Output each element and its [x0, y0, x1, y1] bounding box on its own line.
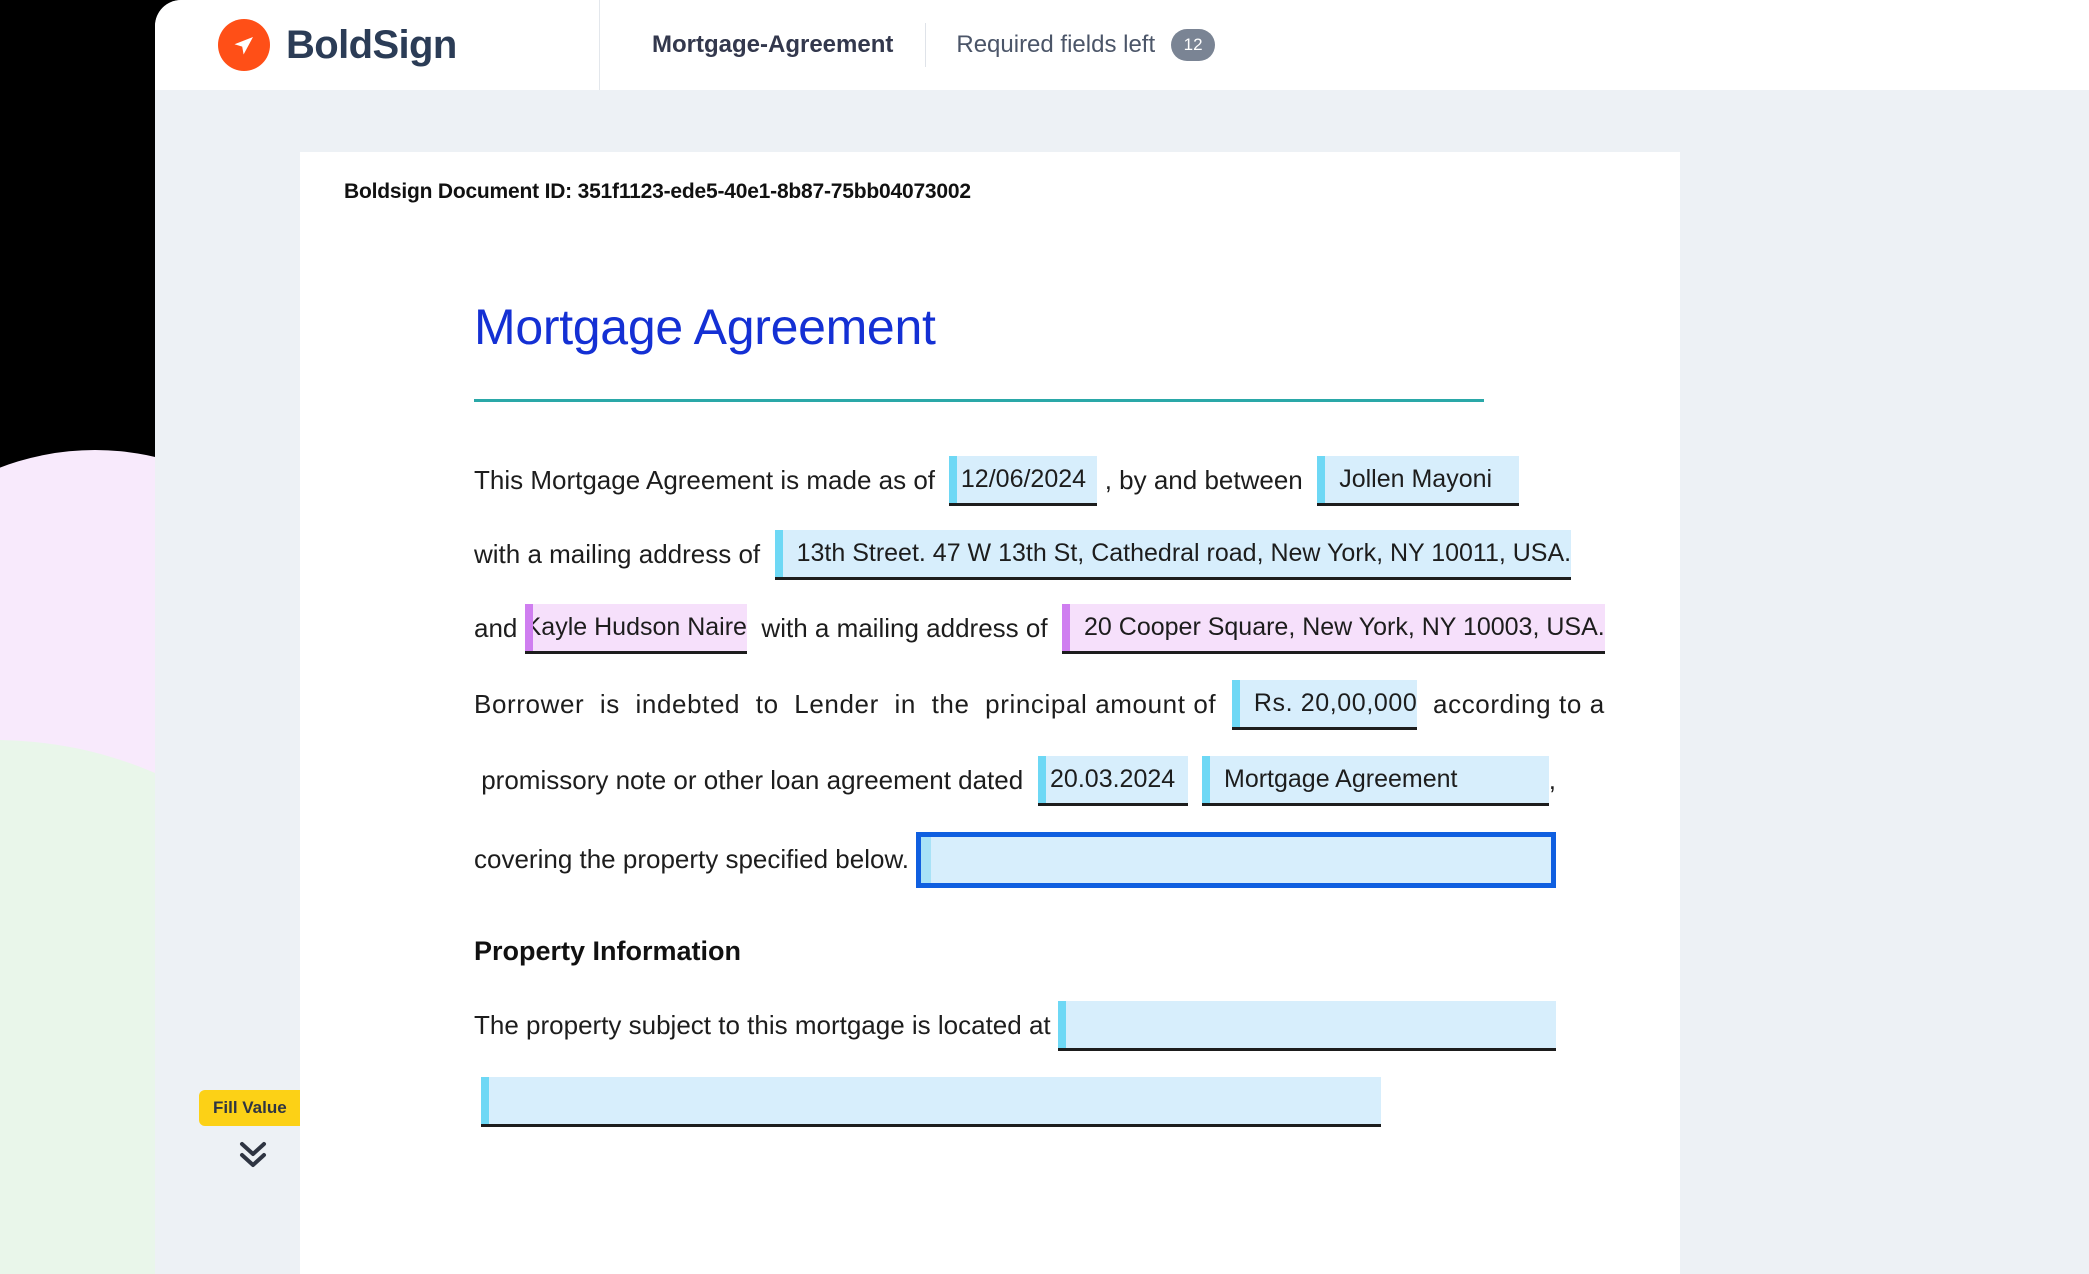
- fill-value-tag[interactable]: Fill Value: [199, 1090, 318, 1126]
- app-header: BoldSign Mortgage-Agreement Required fie…: [155, 0, 2089, 90]
- paragraph-row-3: and Kayle Hudson Naire with a mailing ad…: [474, 604, 1605, 654]
- covering-property-field[interactable]: [916, 832, 1556, 888]
- text-according-to-a: according to a: [1433, 689, 1605, 720]
- paragraph-row-1: This Mortgage Agreement is made as of 12…: [474, 456, 1556, 506]
- navigation-arrow-icon: [218, 19, 270, 71]
- borrower-name-field[interactable]: Kayle Hudson Naire: [524, 604, 747, 654]
- text-comma: ,: [1548, 765, 1556, 796]
- app-window: BoldSign Mortgage-Agreement Required fie…: [155, 0, 2089, 1274]
- text-made-as-of: This Mortgage Agreement is made as of: [474, 465, 936, 496]
- title-divider: [474, 399, 1484, 402]
- principal-amount-field[interactable]: Rs. 20,00,000: [1231, 680, 1418, 730]
- document-body: Mortgage Agreement This Mortgage Agreeme…: [344, 298, 1636, 1127]
- note-date-field[interactable]: 20.03.2024: [1037, 756, 1188, 806]
- text-property-located-at: The property subject to this mortgage is…: [474, 1010, 1051, 1041]
- document-page: Boldsign Document ID: 351f1123-ede5-40e1…: [300, 152, 1680, 1274]
- agreement-type-field[interactable]: Mortgage Agreement: [1202, 756, 1549, 806]
- text-mailing-address-lender: with a mailing address of: [474, 539, 761, 570]
- required-fields-label: Required fields left: [956, 31, 1156, 58]
- double-chevron-down-icon[interactable]: [199, 1138, 307, 1172]
- property-description-field[interactable]: [481, 1077, 1382, 1127]
- lender-name-field[interactable]: Jollen Mayoni: [1317, 456, 1520, 506]
- required-fields-badge: 12: [1171, 29, 1216, 61]
- paragraph-row-8: [474, 1077, 1556, 1127]
- agreement-date-field[interactable]: 12/06/2024: [949, 456, 1098, 506]
- borrower-address-field[interactable]: 20 Cooper Square, New York, NY 10003, US…: [1062, 604, 1605, 654]
- text-by-and-between: , by and between: [1104, 465, 1303, 496]
- brand-name: BoldSign: [286, 22, 457, 67]
- paragraph-row-4: Borrower is indebted to Lender in the pr…: [474, 680, 1604, 730]
- text-mailing-address-borrower: with a mailing address of: [761, 613, 1048, 644]
- document-title: Mortgage-Agreement: [600, 23, 927, 67]
- text-and: and: [474, 613, 518, 644]
- required-fields-status: Required fields left 12: [926, 29, 1216, 61]
- property-location-field[interactable]: [1057, 1001, 1556, 1051]
- section-heading-property-information: Property Information: [474, 936, 742, 966]
- paragraph-row-7: The property subject to this mortgage is…: [474, 1001, 1556, 1051]
- text-principal-amount: Borrower is indebted to Lender in the pr…: [474, 689, 1217, 720]
- brand-logo-area[interactable]: BoldSign: [155, 0, 600, 90]
- page-title: Mortgage Agreement: [474, 299, 936, 355]
- document-id-line: Boldsign Document ID: 351f1123-ede5-40e1…: [344, 180, 971, 203]
- paragraph-row-6: covering the property specified below.: [474, 832, 1556, 888]
- paragraph-row-2: with a mailing address of 13th Street. 4…: [474, 530, 1572, 580]
- lender-address-field[interactable]: 13th Street. 47 W 13th St, Cathedral roa…: [774, 530, 1572, 580]
- text-promissory-note: promissory note or other loan agreement …: [474, 765, 1024, 796]
- paragraph-row-5: promissory note or other loan agreement …: [474, 756, 1556, 806]
- document-scroll-area[interactable]: Fill Value Boldsign Document ID: 351f112…: [155, 90, 2089, 1274]
- page-background: BoldSign Mortgage-Agreement Required fie…: [0, 0, 2089, 1274]
- text-covering-property: covering the property specified below.: [474, 844, 910, 875]
